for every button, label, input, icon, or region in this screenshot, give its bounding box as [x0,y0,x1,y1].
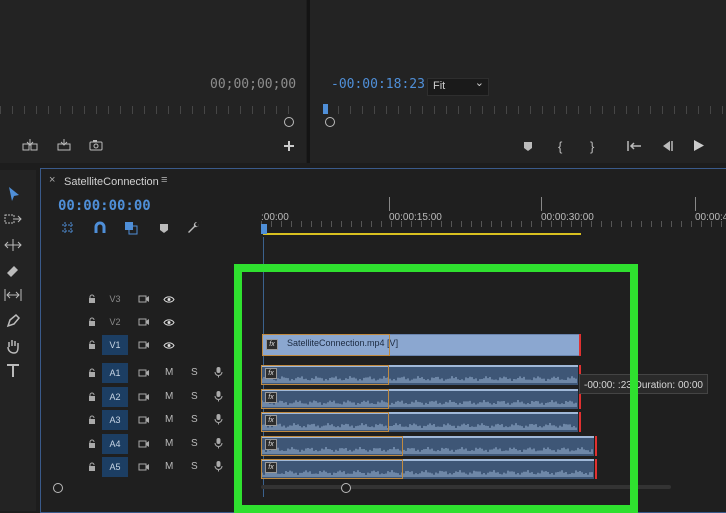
sync-lock-icon[interactable] [138,340,150,350]
track-label[interactable]: V1 [102,335,128,355]
timeline-timecode[interactable]: 00:00:00:00 [58,198,151,214]
sync-lock-icon[interactable] [138,462,150,472]
ruler-major-tick [695,197,696,211]
mark-out-icon[interactable]: } [590,139,594,154]
ruler-major-tick [389,197,390,211]
solo-button[interactable]: S [191,414,198,425]
sync-lock-icon[interactable] [138,317,150,327]
track-label[interactable]: V2 [102,312,128,332]
program-playhead-marker[interactable] [323,104,328,114]
eye-icon[interactable] [163,318,175,327]
close-icon[interactable]: × [49,174,55,186]
left-scroll-handle[interactable] [53,483,63,493]
microphone-icon[interactable] [214,460,223,472]
linked-selection-icon[interactable] [124,221,138,235]
sync-lock-icon[interactable] [138,415,150,425]
eye-icon[interactable] [163,341,175,350]
source-timecode: 00;00;00;00 [210,77,297,92]
step-back-icon[interactable] [660,140,674,152]
ruler-label: 00:00:15:00 [389,212,442,223]
tools-panel [0,170,36,511]
add-button-icon[interactable] [283,140,295,152]
type-tool-icon[interactable] [5,363,21,379]
sync-lock-icon[interactable] [138,439,150,449]
sync-lock-icon[interactable] [138,392,150,402]
track-label[interactable]: A4 [102,433,128,454]
insert-icon[interactable] [22,138,38,152]
zoom-label: Fit [433,80,446,92]
track-label[interactable]: A3 [102,410,128,430]
lock-icon[interactable] [87,392,97,402]
lock-icon[interactable] [87,340,97,350]
export-frame-icon[interactable] [89,139,103,151]
pen-tool-icon[interactable] [5,313,21,329]
add-marker-icon[interactable] [523,141,533,152]
track-label[interactable]: A2 [102,386,128,407]
microphone-icon[interactable] [214,390,223,402]
add-marker-timeline-icon[interactable] [159,223,169,234]
lock-icon[interactable] [87,294,97,304]
lock-icon[interactable] [87,368,97,378]
source-monitor: 00;00;00;00 [0,0,306,163]
solo-button[interactable]: S [191,391,198,402]
mute-button[interactable]: M [165,367,173,378]
time-ruler[interactable]: :00:00 00:00:15:00 00:00:30:00 00:00:4 [261,197,726,239]
highlight-box [234,264,638,513]
go-to-in-icon[interactable] [626,140,642,152]
selection-tool-icon[interactable] [6,186,22,202]
program-timecode[interactable]: -00:00:18:23 [331,77,425,92]
ruler-label: 00:00:4 [695,212,726,223]
ripple-edit-tool-icon[interactable] [4,238,22,252]
snap-icon[interactable] [93,221,107,235]
overwrite-icon[interactable] [56,138,72,152]
solo-button[interactable]: S [191,438,198,449]
source-zoom-handle[interactable] [284,117,294,127]
ruler-ticks [261,221,726,227]
ruler-major-tick [541,197,542,211]
track-select-tool-icon[interactable] [4,212,22,226]
panel-menu-icon[interactable]: ≡ [161,174,167,186]
lock-icon[interactable] [87,415,97,425]
razor-tool-icon[interactable] [5,263,21,279]
program-monitor: -00:00:18:23 Fit ⌄ { } [310,0,726,163]
ruler-label: :00:00 [261,212,289,223]
play-icon[interactable] [693,139,705,152]
hand-tool-icon[interactable] [5,338,21,354]
track-label[interactable]: A1 [102,363,128,383]
mute-button[interactable]: M [165,461,173,472]
eye-icon[interactable] [163,295,175,304]
mute-button[interactable]: M [165,391,173,402]
sync-lock-icon[interactable] [138,368,150,378]
lock-icon[interactable] [87,462,97,472]
sync-lock-icon[interactable] [138,294,150,304]
microphone-icon[interactable] [214,366,223,378]
program-zoom-handle[interactable] [325,117,335,127]
source-mini-ruler[interactable] [0,106,290,114]
solo-button[interactable]: S [191,367,198,378]
track-label[interactable]: A5 [102,457,128,477]
solo-button[interactable]: S [191,461,198,472]
nest-toggle-icon[interactable] [61,221,75,235]
program-mini-ruler[interactable] [326,106,726,114]
mute-button[interactable]: M [165,438,173,449]
mark-in-icon[interactable]: { [558,139,562,154]
microphone-icon[interactable] [214,437,223,449]
microphone-icon[interactable] [214,413,223,425]
wrench-icon[interactable] [187,221,201,235]
slip-tool-icon[interactable] [3,288,23,302]
sequence-name: SatelliteConnection [64,176,159,188]
ruler-label: 00:00:30:00 [541,212,594,223]
playhead-marker[interactable] [261,224,267,234]
lock-icon[interactable] [87,317,97,327]
mute-button[interactable]: M [165,414,173,425]
zoom-dropdown[interactable]: Fit ⌄ [427,77,489,96]
track-label[interactable]: V3 [102,289,128,309]
in-out-range-bar[interactable] [263,233,581,235]
lock-icon[interactable] [87,439,97,449]
chevron-down-icon: ⌄ [474,77,484,89]
